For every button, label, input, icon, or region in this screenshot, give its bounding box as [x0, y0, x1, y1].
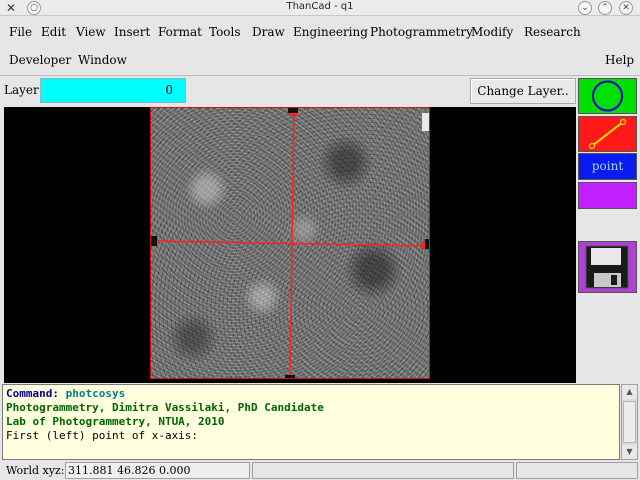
menu-edit[interactable]: Edit [41, 19, 66, 45]
status-bar: World xyz: 311.881 46.826 0.000 [0, 461, 640, 480]
menu-photogrammetry[interactable]: Photogrammetry [370, 19, 473, 45]
menu-draw[interactable]: Draw [252, 19, 285, 45]
command-value: photcosys [65, 387, 126, 400]
status-panel [252, 462, 514, 479]
status-panel [516, 462, 638, 479]
circle-tool-button[interactable] [578, 78, 637, 114]
close-icon[interactable]: ✕ [619, 1, 633, 15]
menu-developer[interactable]: Developer [9, 47, 71, 73]
circle-icon [592, 80, 623, 112]
menu-insert[interactable]: Insert [114, 19, 150, 45]
world-xyz-label: World xyz: [6, 464, 65, 477]
magenta-tool-button[interactable] [578, 182, 637, 209]
menu-bar: File Edit View Insert Format Tools Draw … [0, 18, 640, 74]
layer-label: Layer: [4, 83, 43, 97]
maximize-icon[interactable]: ⌃ [598, 1, 612, 15]
aerial-photograph [150, 107, 430, 379]
menu-view[interactable]: View [76, 19, 106, 45]
menu-research[interactable]: Research [524, 19, 581, 45]
minimize-icon[interactable]: ⌄ [578, 1, 592, 15]
scroll-thumb[interactable] [623, 401, 636, 443]
drawing-canvas[interactable] [4, 107, 576, 383]
menu-format[interactable]: Format [158, 19, 202, 45]
point-tool-button[interactable]: point [578, 153, 637, 180]
menu-separator [0, 75, 640, 76]
fiducial-mark-top [288, 108, 298, 113]
window-title: ThanCad - q1 [286, 1, 354, 12]
menu-tools[interactable]: Tools [209, 19, 241, 45]
fiducial-mark-left [151, 236, 157, 246]
world-xyz-value: 311.881 46.826 0.000 [65, 462, 250, 479]
title-bar: ✕ ○ ThanCad - q1 ⌄ ⌃ ✕ [0, 0, 640, 16]
x-axis-line [153, 240, 428, 247]
menu-modify[interactable]: Modify [471, 19, 513, 45]
change-layer-button[interactable]: Change Layer.. [470, 78, 576, 104]
floppy-disk-icon [585, 245, 629, 289]
menu-engineering[interactable]: Engineering [293, 19, 368, 45]
command-console[interactable]: Command: photcosys Photogrammetry, Dimit… [2, 384, 620, 460]
scroll-up-icon[interactable]: ▲ [622, 385, 637, 399]
layer-field[interactable]: 0 [40, 78, 186, 103]
console-prompt: First (left) point of x-axis: [6, 429, 199, 442]
scroll-down-icon[interactable]: ▼ [622, 445, 637, 459]
line-icon [588, 118, 627, 150]
line-tool-button[interactable] [578, 116, 637, 152]
console-line: Lab of Photogrammetry, NTUA, 2010 [6, 415, 225, 428]
menu-window[interactable]: Window [78, 47, 127, 73]
fiducial-mark-right [425, 239, 429, 249]
console-scrollbar[interactable]: ▲ ▼ [621, 384, 638, 460]
photo-corner-mark [422, 113, 429, 131]
fiducial-mark-bottom [285, 375, 295, 378]
menu-help[interactable]: Help [605, 47, 634, 73]
menu-file[interactable]: File [9, 19, 32, 45]
command-prompt-line: Command: photcosys [6, 387, 616, 401]
photo-axes [151, 108, 429, 378]
console-line: Photogrammetry, Dimitra Vassilaki, PhD C… [6, 401, 324, 414]
save-button[interactable] [578, 241, 637, 293]
command-label: Command: [6, 387, 59, 400]
